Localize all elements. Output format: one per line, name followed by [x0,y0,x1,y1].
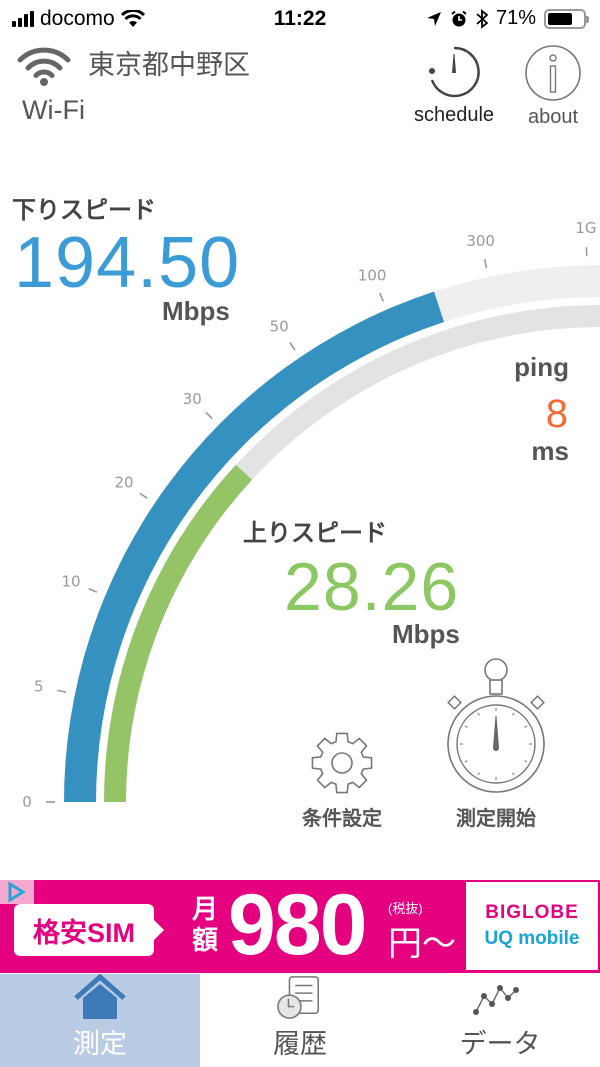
upload-unit: Mbps [392,619,460,649]
ping-value: 8 [545,392,568,436]
stopwatch-icon [447,658,545,793]
ad-tax-note: (税抜) [388,901,423,916]
gauge-tick [88,587,98,593]
gauge-tick-label: 50 [270,318,289,336]
gauge-tick [139,492,148,499]
tab-data-label: データ [459,1029,541,1059]
gauge-tick-label: 20 [114,474,133,492]
ad-brand-logo: BIGLOBE UQ mobile [466,882,598,970]
gauge-tick-label: 0 [22,793,32,811]
ad-brand-line1: BIGLOBE [485,902,579,923]
ping-title: ping [514,352,569,382]
tab-history[interactable]: 履歴 [200,974,400,1067]
settings-label: 条件設定 [302,808,382,830]
ad-month-label: 月額 [191,894,218,955]
ad-banner[interactable]: 格安SIM 月額 980 (税抜) 円〜 BIGLOBE UQ mobile [0,877,600,973]
tab-measure[interactable]: 測定 [0,974,200,1067]
gauge-tick-label: 5 [34,678,44,696]
gauge-tick-label: 100 [358,267,387,285]
ad-price: 980 [228,877,367,973]
tab-history-label: 履歴 [273,1029,327,1059]
gear-icon [311,732,373,794]
download-value: 194.50 [14,223,241,303]
ad-yen: 円〜 [388,925,456,963]
gauge-tick [205,411,213,420]
settings-button[interactable]: 条件設定 [302,730,382,831]
tab-measure-label: 測定 [73,1029,127,1059]
gauge-tick-label: 30 [183,390,202,408]
chart-icon [473,985,519,1015]
ad-headline: 格安SIM [14,904,164,956]
start-label: 測定開始 [456,808,536,830]
upload-value: 28.26 [284,549,460,625]
gauge-tick [378,292,385,302]
tab-bar: 測定 履歴 データ [0,974,600,1067]
history-icon [277,976,319,1019]
gauge-tick-label: 10 [62,572,81,590]
tab-data[interactable]: データ [400,974,600,1067]
download-unit: Mbps [162,296,230,326]
gauge-tick-label: 300 [466,232,495,250]
gauge-tick [483,259,488,269]
gear-outline [311,732,373,794]
home-icon [74,974,126,1019]
download-title: 下りスピード [12,197,156,224]
gauge-tick-label: 1G [575,219,596,237]
gauge-tick [289,341,296,351]
ping-unit: ms [531,436,569,466]
gauge-tick [57,689,67,693]
ad-brand-line2: UQ mobile [484,928,580,949]
upload-title: 上りスピード [243,520,387,547]
ad-choices-icon[interactable] [0,880,34,904]
start-measurement-button[interactable]: 測定開始 [444,656,548,831]
